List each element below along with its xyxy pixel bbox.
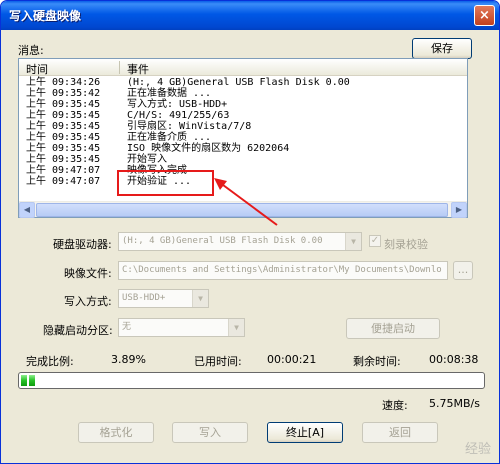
title-bar[interactable]: 写入硬盘映像 × [1,1,499,30]
verify-checkbox[interactable]: ✓ [369,235,381,247]
list-item[interactable]: 上午 09:35:45 ISO 映像文件的扇区数为 6202064 [19,143,467,154]
remaining-value: 00:08:38 [429,353,479,366]
back-button[interactable]: 返回 [362,422,438,443]
list-item[interactable]: 上午 09:35:45 引导扇区: WinVista/7/8 [19,121,467,132]
percent-value: 3.89% [111,353,146,366]
message-event: 正在准备数据 ... [127,88,212,99]
image-file-label: 映像文件: [64,267,112,280]
message-time: 上午 09:47:07 [26,176,101,187]
progress-block [29,375,35,386]
save-button[interactable]: 保存 [412,38,472,59]
elapsed-value: 00:00:21 [267,353,317,366]
messages-label: 消息: [18,44,44,57]
image-file-value: C:\Documents and Settings\Administrator\… [122,265,442,275]
elapsed-label: 已用时间: [194,355,242,368]
scroll-left-button[interactable]: ◀ [19,202,35,218]
list-item[interactable]: 上午 09:47:07 映像写入完成 [19,165,467,176]
progress-bar [18,372,485,389]
message-time: 上午 09:35:45 [26,154,101,165]
list-item[interactable]: 上午 09:35:45 开始写入 [19,154,467,165]
chevron-down-icon[interactable]: ▼ [345,233,361,250]
browse-button[interactable]: ... [453,261,473,280]
drive-select[interactable]: (H:, 4 GB)General USB Flash Disk 0.00 ▼ [118,232,362,251]
speed-label: 速度: [382,399,408,412]
message-event: 引导扇区: WinVista/7/8 [127,121,252,132]
highlight-box [117,170,214,196]
message-rows: 上午 09:34:26 (H:, 4 GB)General USB Flash D… [19,77,467,187]
message-time: 上午 09:35:45 [26,99,101,110]
chevron-down-icon[interactable]: ▼ [228,319,244,336]
write-mode-value: USB-HDD+ [122,293,166,303]
message-time: 上午 09:35:45 [26,132,101,143]
stop-button[interactable]: 终止[A] [267,422,343,443]
write-mode-label: 写入方式: [64,295,112,308]
message-time: 上午 09:35:45 [26,121,101,132]
list-item[interactable]: 上午 09:35:45 写入方式: USB-HDD+ [19,99,467,110]
hidden-partition-value: 无 [122,322,132,332]
remaining-label: 剩余时间: [353,355,401,368]
write-mode-select[interactable]: USB-HDD+ ▼ [118,289,209,308]
image-file-field[interactable]: C:\Documents and Settings\Administrator\… [118,261,448,280]
message-time: 上午 09:35:45 [26,143,101,154]
message-event: C/H/S: 491/255/63 [127,110,230,121]
chevron-down-icon[interactable]: ▼ [192,290,208,307]
list-item[interactable]: 上午 09:35:42 正在准备数据 ... [19,88,467,99]
list-item[interactable]: 上午 09:35:45 正在准备介质 ... [19,132,467,143]
window-title: 写入硬盘映像 [9,9,82,23]
format-button[interactable]: 格式化 [78,422,154,443]
column-divider[interactable] [119,61,120,74]
drive-value: (H:, 4 GB)General USB Flash Disk 0.00 [122,236,323,246]
watermark: 经验 [464,442,491,457]
speed-value: 5.75MB/s [429,397,480,410]
write-button[interactable]: 写入 [172,422,248,443]
list-header: 时间 事件 [19,59,467,76]
column-header-event[interactable]: 事件 [127,61,149,77]
verify-label: 刻录校验 [384,238,428,251]
drive-label: 硬盘驱动器: [53,238,112,251]
list-item[interactable]: 上午 09:35:45 C/H/S: 491/255/63 [19,110,467,121]
close-button[interactable]: × [474,5,495,26]
list-item[interactable]: 上午 09:34:26 (H:, 4 GB)General USB Flash D… [19,77,467,88]
message-time: 上午 09:35:42 [26,88,101,99]
quick-boot-button[interactable]: 便捷启动 [346,318,440,339]
hidden-partition-label: 隐藏启动分区: [43,324,113,337]
write-disk-image-dialog: 写入硬盘映像 × 消息: 保存 时间 事件 上午 09:34:26 (H:, 4 … [0,0,500,464]
message-time: 上午 09:34:26 [26,77,101,88]
message-event: 写入方式: USB-HDD+ [127,99,228,110]
message-event: ISO 映像文件的扇区数为 6202064 [127,143,290,154]
message-time: 上午 09:47:07 [26,165,101,176]
progress-fill [21,375,37,386]
percent-label: 完成比例: [26,355,74,368]
progress-block [21,375,27,386]
message-event: 开始写入 [127,154,167,165]
message-event: 正在准备介质 ... [127,132,212,143]
message-event: (H:, 4 GB)General USB Flash Disk 0.00 [127,77,350,88]
annotation-arrow [214,178,278,226]
message-time: 上午 09:35:45 [26,110,101,121]
column-header-time[interactable]: 时间 [26,61,48,77]
scroll-right-button[interactable]: ▶ [451,202,467,218]
hidden-partition-select[interactable]: 无 ▼ [118,318,245,337]
